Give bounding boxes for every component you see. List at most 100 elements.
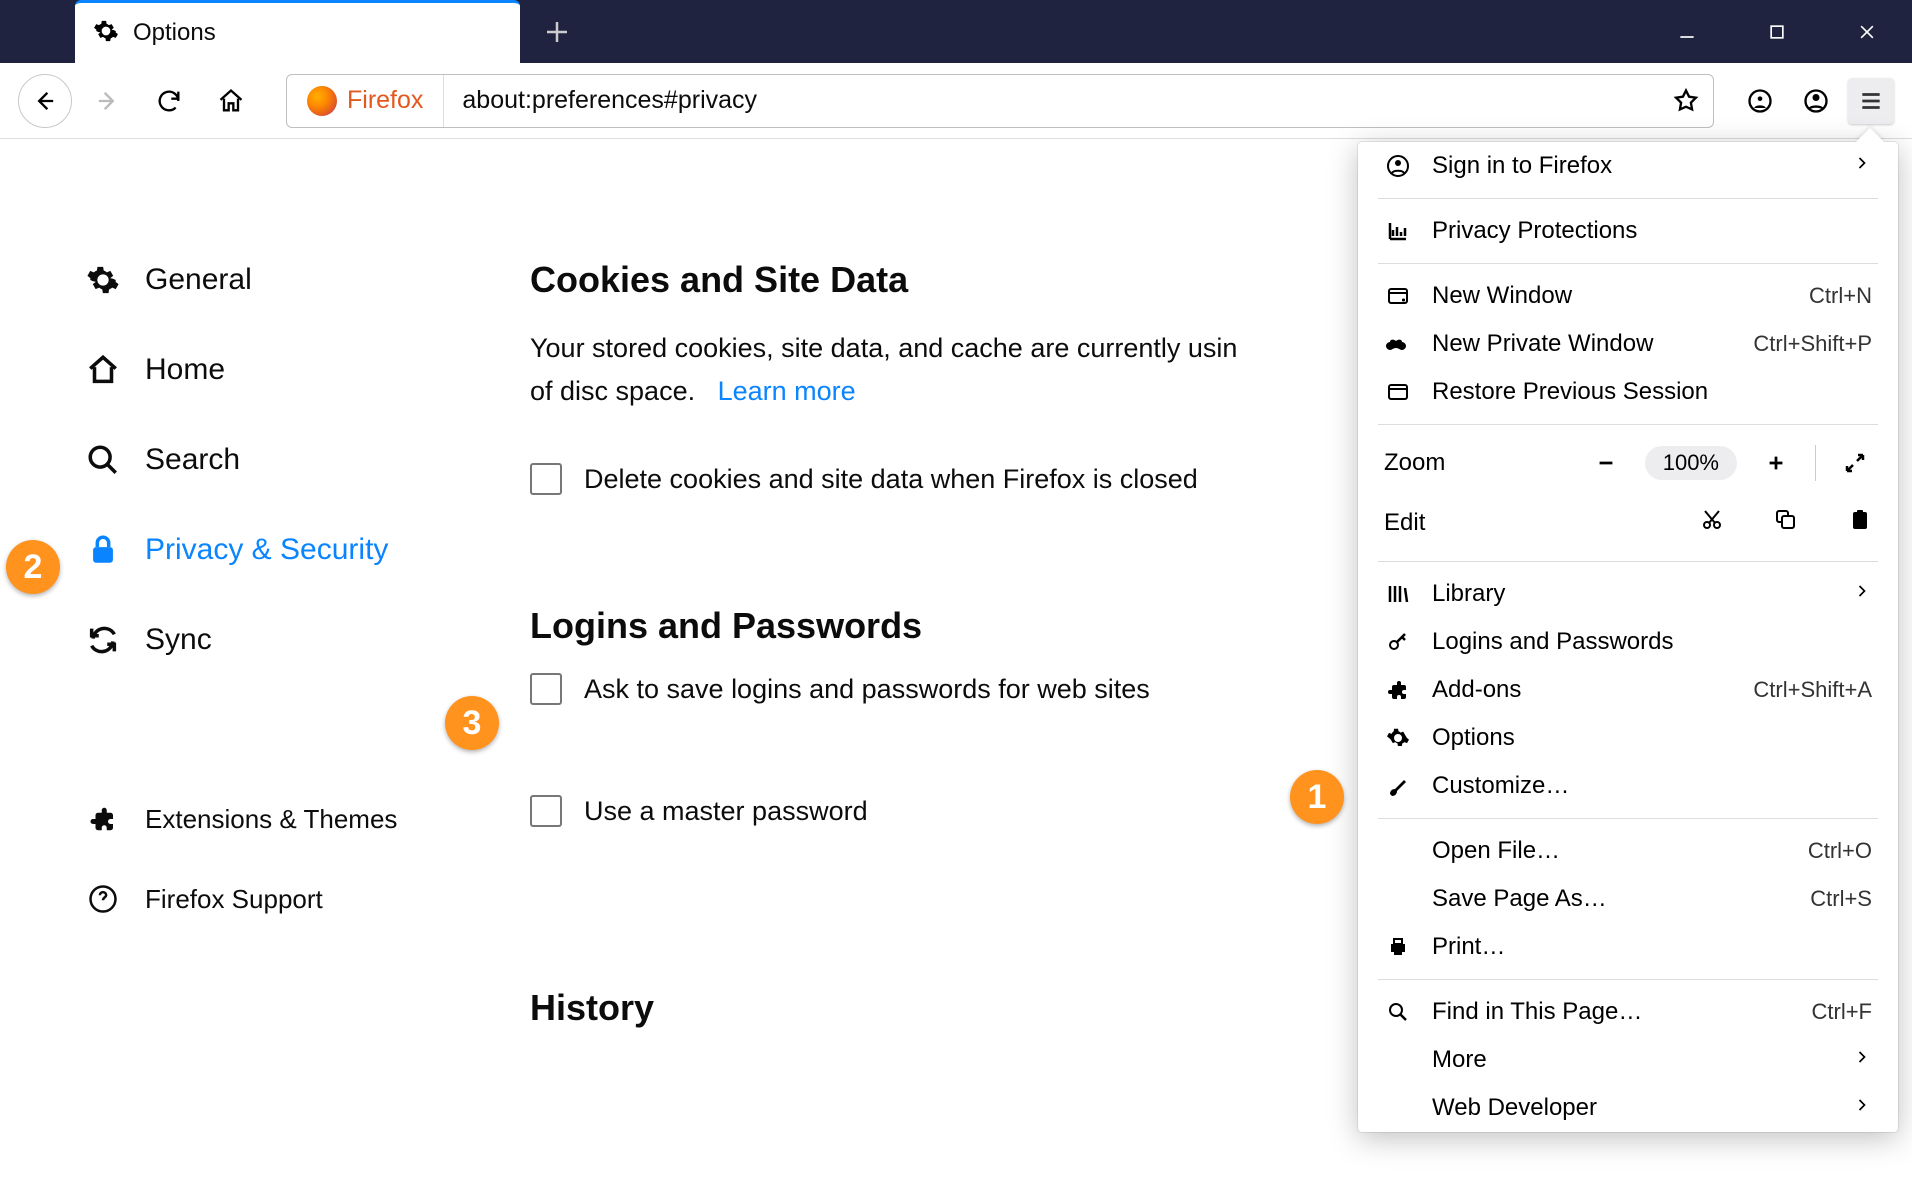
checkbox-label: Ask to save logins and passwords for web… — [584, 674, 1150, 705]
menu-zoom-row: Zoom 100% — [1358, 433, 1898, 493]
sidebar-item-label: Search — [145, 443, 240, 477]
menu-item-label: Save Page As… — [1432, 885, 1607, 913]
url-text[interactable]: about:preferences#privacy — [444, 86, 1659, 115]
home-icon — [85, 353, 121, 387]
menu-item-label: Privacy Protections — [1432, 217, 1637, 245]
menu-item-label: Add-ons — [1432, 676, 1521, 704]
privacy-shield-icon[interactable] — [1736, 77, 1784, 125]
menu-separator — [1378, 424, 1878, 425]
chevron-right-icon — [1852, 1094, 1872, 1122]
ask-save-logins-checkbox[interactable] — [530, 673, 562, 705]
menu-options[interactable]: Options — [1358, 714, 1898, 762]
menu-customize[interactable]: Customize… — [1358, 762, 1898, 810]
menu-privacy-protections[interactable]: Privacy Protections — [1358, 207, 1898, 255]
site-identity[interactable]: Firefox — [287, 75, 444, 127]
shortcut-label: Ctrl+O — [1808, 838, 1872, 864]
bookmark-star-button[interactable] — [1659, 87, 1713, 115]
back-button[interactable] — [18, 74, 72, 128]
library-icon — [1384, 582, 1412, 606]
menu-item-label: Logins and Passwords — [1432, 628, 1673, 656]
close-window-button[interactable] — [1822, 0, 1912, 63]
learn-more-link[interactable]: Learn more — [718, 376, 856, 406]
menu-item-label: Restore Previous Session — [1432, 378, 1708, 406]
hamburger-menu-button[interactable] — [1848, 78, 1894, 124]
sidebar-item-sync[interactable]: Sync — [85, 619, 520, 661]
options-sidebar: General Home Search Privacy & Security S… — [0, 139, 520, 1200]
delete-cookies-checkbox[interactable] — [530, 463, 562, 495]
mask-icon — [1384, 332, 1412, 356]
zoom-out-button[interactable] — [1589, 446, 1623, 480]
menu-item-label: Web Developer — [1432, 1094, 1597, 1122]
menu-item-label: Open File… — [1432, 837, 1560, 865]
menu-item-label: Print… — [1432, 933, 1505, 961]
menu-restore-session[interactable]: Restore Previous Session — [1358, 368, 1898, 416]
title-bar: Options — [0, 0, 1912, 63]
window-icon — [1384, 284, 1412, 308]
account-icon — [1384, 154, 1412, 178]
divider — [1815, 445, 1816, 481]
cut-button[interactable] — [1700, 508, 1724, 539]
checkbox-label: Use a master password — [584, 796, 868, 827]
window-controls — [1642, 0, 1912, 63]
menu-sign-in[interactable]: Sign in to Firefox — [1358, 142, 1898, 190]
tab-options[interactable]: Options — [75, 0, 520, 63]
print-icon — [1384, 935, 1412, 959]
callout-1: 1 — [1290, 770, 1344, 824]
master-password-checkbox[interactable] — [530, 795, 562, 827]
sidebar-item-extensions[interactable]: Extensions & Themes — [85, 798, 520, 840]
menu-addons[interactable]: Add-ons Ctrl+Shift+A — [1358, 666, 1898, 714]
search-icon — [85, 443, 121, 477]
tab-title: Options — [133, 19, 216, 47]
forward-button[interactable] — [80, 74, 134, 128]
menu-find[interactable]: Find in This Page… Ctrl+F — [1358, 988, 1898, 1036]
hamburger-menu-panel: Sign in to Firefox Privacy Protections N… — [1358, 142, 1898, 1132]
menu-open-file[interactable]: Open File… Ctrl+O — [1358, 827, 1898, 875]
menu-item-label: New Private Window — [1432, 330, 1653, 358]
sidebar-item-search[interactable]: Search — [85, 439, 520, 481]
sidebar-item-home[interactable]: Home — [85, 349, 520, 391]
url-bar[interactable]: Firefox about:preferences#privacy — [286, 74, 1714, 128]
menu-print[interactable]: Print… — [1358, 923, 1898, 971]
paste-button[interactable] — [1848, 508, 1872, 539]
sidebar-item-privacy[interactable]: Privacy & Security — [85, 529, 520, 571]
identity-label: Firefox — [347, 86, 423, 115]
zoom-in-button[interactable] — [1759, 446, 1793, 480]
cookies-description: Your stored cookies, site data, and cach… — [530, 327, 1350, 413]
sidebar-item-support[interactable]: Firefox Support — [85, 878, 520, 920]
new-tab-button[interactable] — [534, 9, 580, 55]
sync-icon — [85, 623, 121, 657]
minimize-button[interactable] — [1642, 0, 1732, 63]
shortcut-label: Ctrl+Shift+P — [1753, 331, 1872, 357]
menu-more[interactable]: More — [1358, 1036, 1898, 1084]
home-button[interactable] — [204, 74, 258, 128]
menu-new-private-window[interactable]: New Private Window Ctrl+Shift+P — [1358, 320, 1898, 368]
menu-item-label: More — [1432, 1046, 1487, 1074]
reload-button[interactable] — [142, 74, 196, 128]
edit-label: Edit — [1384, 509, 1425, 537]
search-icon — [1384, 1000, 1412, 1024]
menu-save-page[interactable]: Save Page As… Ctrl+S — [1358, 875, 1898, 923]
maximize-button[interactable] — [1732, 0, 1822, 63]
menu-separator — [1378, 263, 1878, 264]
menu-separator — [1378, 198, 1878, 199]
chevron-right-icon — [1852, 580, 1872, 608]
help-icon — [85, 884, 121, 914]
menu-library[interactable]: Library — [1358, 570, 1898, 618]
fullscreen-button[interactable] — [1838, 446, 1872, 480]
sidebar-item-label: Home — [145, 353, 225, 387]
sidebar-item-general[interactable]: General — [85, 259, 520, 301]
menu-web-developer[interactable]: Web Developer — [1358, 1084, 1898, 1132]
zoom-label: Zoom — [1384, 449, 1445, 477]
menu-new-window[interactable]: New Window Ctrl+N — [1358, 272, 1898, 320]
copy-button[interactable] — [1774, 508, 1798, 539]
zoom-value[interactable]: 100% — [1645, 446, 1737, 480]
account-icon[interactable] — [1792, 77, 1840, 125]
firefox-logo-icon — [307, 86, 337, 116]
menu-logins[interactable]: Logins and Passwords — [1358, 618, 1898, 666]
shortcut-label: Ctrl+S — [1810, 886, 1872, 912]
key-icon — [1384, 630, 1412, 654]
callout-3: 3 — [445, 696, 499, 750]
menu-separator — [1378, 818, 1878, 819]
toolbar-right — [1736, 77, 1894, 125]
brush-icon — [1384, 774, 1412, 798]
